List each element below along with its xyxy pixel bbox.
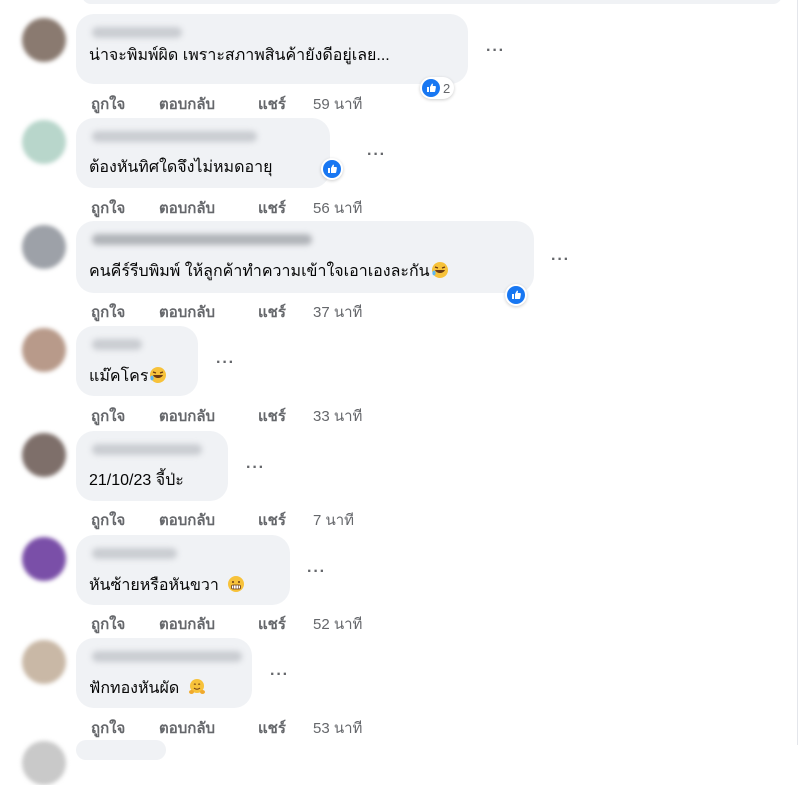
- like-button[interactable]: ถูกใจ: [91, 92, 125, 116]
- more-options-icon[interactable]: ···: [551, 252, 570, 268]
- author-name-blurred[interactable]: [92, 651, 242, 662]
- comment-text: น่าจะพิมพ์ผิด เพราะสภาพสินค้ายังดีอยู่เล…: [89, 47, 390, 64]
- avatar[interactable]: [22, 433, 66, 477]
- reply-button[interactable]: ตอบกลับ: [159, 196, 215, 220]
- next-comment-edge: [76, 740, 166, 760]
- reaction-badge[interactable]: [505, 284, 527, 306]
- timestamp[interactable]: 52 นาที: [313, 612, 362, 636]
- like-icon: [422, 79, 440, 97]
- reaction-badge[interactable]: 2: [420, 77, 455, 99]
- author-name-blurred[interactable]: [92, 444, 202, 455]
- author-name-blurred[interactable]: [92, 131, 257, 142]
- like-button[interactable]: ถูกใจ: [91, 300, 125, 324]
- comment-bubble: คนคีร์รีบพิมพ์ ให้ลูกค้าทำความเข้าใจเอาเ…: [76, 221, 534, 293]
- avatar[interactable]: [22, 18, 66, 62]
- rofl-emoji-icon: [150, 367, 167, 383]
- more-options-icon[interactable]: ···: [216, 355, 235, 371]
- more-options-icon[interactable]: ···: [270, 667, 289, 683]
- avatar[interactable]: [22, 640, 66, 684]
- like-button[interactable]: ถูกใจ: [91, 716, 125, 740]
- share-button[interactable]: แชร์: [258, 300, 286, 324]
- timestamp[interactable]: 56 นาที: [313, 196, 362, 220]
- timestamp[interactable]: 37 นาที: [313, 300, 362, 324]
- reply-button[interactable]: ตอบกลับ: [159, 508, 215, 532]
- share-button[interactable]: แชร์: [258, 612, 286, 636]
- avatar[interactable]: [22, 225, 66, 269]
- hugging-emoji-icon: [188, 679, 205, 694]
- avatar[interactable]: [22, 537, 66, 581]
- like-button[interactable]: ถูกใจ: [91, 196, 125, 220]
- share-button[interactable]: แชร์: [258, 404, 286, 428]
- reply-button[interactable]: ตอบกลับ: [159, 92, 215, 116]
- comment-text: ฟักทองหันผัด: [89, 678, 206, 699]
- comment-bubble: ฟักทองหันผัด: [76, 638, 252, 708]
- comment-text: ต้องหันทิศใดจึงไม่หมดอายุ: [89, 159, 273, 176]
- comment-bubble: ต้องหันทิศใดจึงไม่หมดอายุ: [76, 118, 330, 188]
- avatar[interactable]: [22, 120, 66, 164]
- rofl-emoji-icon: [431, 262, 448, 278]
- comment-bubble: หันซ้ายหรือหันขวา: [76, 535, 290, 605]
- next-avatar-edge: [22, 741, 66, 785]
- comment-bubble: 21/10/23 จี้ป่ะ: [76, 431, 228, 501]
- share-button[interactable]: แชร์: [258, 716, 286, 740]
- comment-bubble: แม๊คโคร: [76, 326, 198, 396]
- like-button[interactable]: ถูกใจ: [91, 508, 125, 532]
- more-options-icon[interactable]: ···: [367, 147, 386, 163]
- author-name-blurred[interactable]: [92, 339, 142, 350]
- reply-button[interactable]: ตอบกลับ: [159, 716, 215, 740]
- timestamp[interactable]: 33 นาที: [313, 404, 362, 428]
- timestamp[interactable]: 53 นาที: [313, 716, 362, 740]
- author-name-blurred[interactable]: [92, 548, 177, 559]
- more-options-icon[interactable]: ···: [486, 43, 505, 59]
- like-button[interactable]: ถูกใจ: [91, 612, 125, 636]
- scroll-divider: [797, 0, 798, 745]
- previous-comment-edge: [0, 0, 800, 6]
- timestamp[interactable]: 7 นาที: [313, 508, 354, 532]
- comment-text: หันซ้ายหรือหันขวา: [89, 575, 245, 596]
- share-button[interactable]: แชร์: [258, 92, 286, 116]
- timestamp[interactable]: 59 นาที: [313, 92, 362, 116]
- share-button[interactable]: แชร์: [258, 508, 286, 532]
- share-button[interactable]: แชร์: [258, 196, 286, 220]
- comment-text: แม๊คโคร: [89, 366, 167, 387]
- author-name-blurred[interactable]: [92, 234, 312, 245]
- author-name-blurred[interactable]: [92, 27, 182, 38]
- reaction-count: 2: [443, 80, 451, 96]
- comment-text: 21/10/23 จี้ป่ะ: [89, 472, 184, 489]
- more-options-icon[interactable]: ···: [246, 460, 265, 476]
- grimace-emoji-icon: [228, 576, 245, 592]
- reply-button[interactable]: ตอบกลับ: [159, 300, 215, 324]
- reply-button[interactable]: ตอบกลับ: [159, 612, 215, 636]
- comment-text: คนคีร์รีบพิมพ์ ให้ลูกค้าทำความเข้าใจเอาเ…: [89, 261, 449, 282]
- comment-bubble: น่าจะพิมพ์ผิด เพราะสภาพสินค้ายังดีอยู่เล…: [76, 14, 468, 84]
- like-button[interactable]: ถูกใจ: [91, 404, 125, 428]
- reaction-badge[interactable]: [321, 158, 343, 180]
- avatar[interactable]: [22, 328, 66, 372]
- like-icon: [507, 286, 525, 304]
- reply-button[interactable]: ตอบกลับ: [159, 404, 215, 428]
- more-options-icon[interactable]: ···: [307, 564, 326, 580]
- like-icon: [323, 160, 341, 178]
